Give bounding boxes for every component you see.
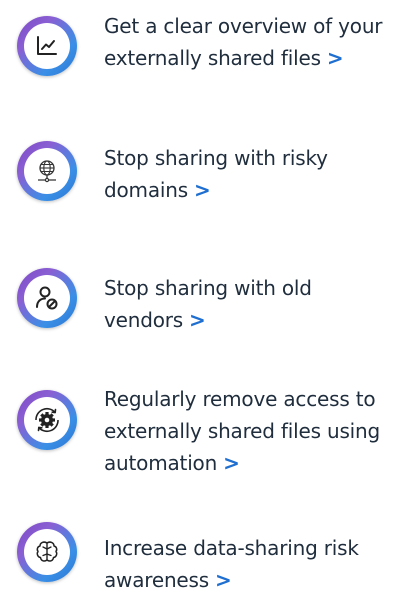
item-automation-line-1: Regularly remove access to [104,387,376,411]
old-vendors-link-arrow[interactable]: > [189,308,206,332]
item-old-vendors-line-1: Stop sharing with old [104,276,312,300]
chart-icon-badge [17,16,77,76]
chart-icon [37,36,57,55]
automation-link-arrow[interactable]: > [223,451,240,475]
item-risky-domains-line-2: domains > [104,178,211,202]
item-overview-line-2: externally shared files > [104,46,344,70]
overview-link-arrow[interactable]: > [327,46,344,70]
item-awareness-line-2: awareness > [104,568,232,592]
globe-network-icon-badge [17,141,77,201]
user-block-icon-badge [17,268,77,328]
item-awareness-line-1: Increase data-sharing risk [104,536,359,560]
risky-domains-link-arrow[interactable]: > [194,178,211,202]
gear-automation-icon-badge [17,390,77,450]
item-old-vendors-line-2: vendors > [104,308,206,332]
item-automation-line-3: automation > [104,451,240,475]
brain-icon-badge [17,522,77,582]
user-block-icon [36,286,58,310]
brain-icon [36,541,58,562]
item-risky-domains-line-1: Stop sharing with risky [104,146,328,170]
globe-network-icon [38,160,56,183]
gear-automation-icon [35,407,59,433]
awareness-link-arrow[interactable]: > [215,568,232,592]
item-automation-line-2: externally shared files using [104,419,380,443]
item-overview-line-1: Get a clear overview of your [104,14,383,38]
